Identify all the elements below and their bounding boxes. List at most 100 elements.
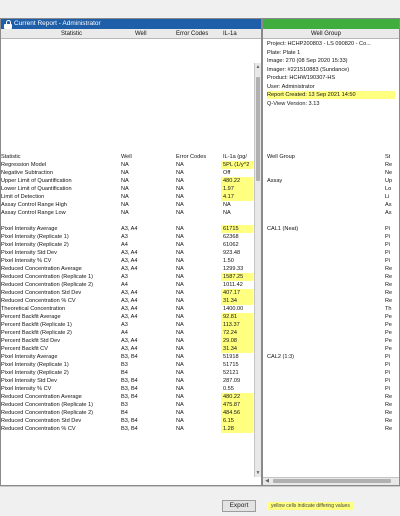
- table-row: Reduced Concentration Average B3, B4 NA 480…: [1, 393, 261, 401]
- cell-analyte-value: Off: [223, 170, 231, 176]
- info-text: Report Created: 13 Sep 2021 14:50: [267, 91, 395, 99]
- table-row: Percent Backfit (Replicate 1) A3 NA 113.37: [1, 321, 261, 329]
- cell-statistic: Pixel Intensity Std Dev: [1, 378, 57, 384]
- cell-error-codes: NA: [176, 410, 184, 416]
- table-row: Pe: [263, 345, 399, 353]
- table-row: Pixel Intensity (Replicate 2) A4 NA 61062: [1, 241, 261, 249]
- cell-well: A3, A4: [121, 250, 138, 256]
- cell-statistic: Percent Backfit Average: [1, 314, 61, 320]
- table-row: Re: [263, 393, 399, 401]
- cell-error-codes: NA: [176, 186, 184, 192]
- cell-statistic: Assay Control Range Low: [1, 210, 66, 216]
- table-row: Percent Backfit Std Dev A3, A4 NA 29.08: [1, 337, 261, 345]
- cell-st: Pi: [385, 362, 390, 368]
- cell-well: B3, B4: [121, 386, 138, 392]
- cell-error-codes: NA: [176, 338, 184, 344]
- table-row: Re: [263, 265, 399, 273]
- cell-analyte-value: 61715: [221, 225, 253, 233]
- cell-statistic: Pixel Intensity (Replicate 2): [1, 370, 69, 376]
- left-title-bar: Current Report - Administrator: [1, 19, 261, 29]
- cell-st: Up: [385, 178, 393, 184]
- cell-st: Lo: [385, 186, 392, 192]
- cell-analyte-value: 1.50: [223, 258, 234, 264]
- cell-st: Ne: [385, 170, 393, 176]
- cell-well: A3, A4: [121, 338, 138, 344]
- cell-st: Pe: [385, 322, 392, 328]
- table-row: Re: [263, 297, 399, 305]
- cell-st: Pi: [385, 386, 390, 392]
- cell-analyte-value: 484.56: [221, 409, 253, 417]
- cell-well: NA: [121, 210, 129, 216]
- cell-analyte-value: 6.15: [221, 417, 253, 425]
- cell-well: NA: [121, 202, 129, 208]
- cell-analyte-value: 1587.25: [221, 273, 253, 281]
- cell-statistic: Reduced Concentration Average: [1, 394, 82, 400]
- cell-analyte-value: 1.97: [221, 185, 253, 193]
- table-row: Pixel Intensity % CV A3, A4 NA 1.50: [1, 257, 261, 265]
- cell-well: A3: [121, 234, 128, 240]
- right-horizontal-scrollbar[interactable]: ◀: [263, 477, 399, 485]
- cell-st: Pi: [385, 250, 390, 256]
- table-row: CAL1 (Neat) Pi: [263, 225, 399, 233]
- cell-error-codes: NA: [176, 354, 184, 360]
- cell-analyte-value: 113.37: [221, 321, 253, 329]
- cell-error-codes: NA: [176, 370, 184, 376]
- cell-error-codes: NA: [176, 418, 184, 424]
- col-header-analyte[interactable]: IL-1a: [223, 29, 237, 39]
- export-button[interactable]: Export: [222, 500, 256, 512]
- info-line: Image: 270 (08 Sep 2020 15:33): [263, 57, 399, 65]
- cell-well: A3, A4: [121, 266, 138, 272]
- cell-statistic: Pixel Intensity Std Dev: [1, 250, 57, 256]
- table-row: Reduced Concentration (Replicate 1) B3 NA 4…: [1, 401, 261, 409]
- cell-analyte-value: 4.17: [221, 193, 253, 201]
- scroll-left-icon[interactable]: ◀: [263, 478, 271, 485]
- cell-statistic: Pixel Intensity Average: [1, 226, 58, 232]
- right-report-panel: Well Group Project: HCHP200803 - LS 0908…: [262, 18, 400, 486]
- right-table-header-row: Well Group St: [263, 153, 399, 161]
- table-row: Re: [263, 289, 399, 297]
- table-row: Lo: [263, 185, 399, 193]
- scroll-up-icon[interactable]: ▲: [255, 63, 261, 71]
- cell-well: A3, A4: [121, 258, 138, 264]
- cell-analyte-value: 923.48: [223, 250, 241, 256]
- cell-error-codes: NA: [176, 226, 184, 232]
- cell-error-codes: NA: [176, 362, 184, 368]
- cell-st: Re: [385, 162, 393, 168]
- lock-icon: [4, 20, 12, 29]
- cell-statistic: Reduced Concentration (Replicate 2): [1, 282, 94, 288]
- cell-error-codes: NA: [176, 258, 184, 264]
- top-column-header[interactable]: Statistic Well Error Codes IL-1a: [1, 29, 261, 39]
- info-text: Imager: #221510883 (Sundance): [267, 66, 350, 73]
- cell-error-codes: NA: [176, 306, 184, 312]
- cell-st: Re: [385, 274, 393, 280]
- table-row: Theoretical Concentration A3, A4 NA 1400.00: [1, 305, 261, 313]
- col-header-error-codes[interactable]: Error Codes: [176, 29, 208, 39]
- cell-analyte-value: 475.87: [221, 401, 253, 409]
- cell-well: B4: [121, 370, 128, 376]
- table-row: Reduced Concentration Std Dev B3, B4 NA 6.1…: [1, 417, 261, 425]
- table-row: Reduced Concentration Average A3, A4 NA 129…: [1, 265, 261, 273]
- cell-st: Pi: [385, 226, 390, 232]
- scroll-thumb[interactable]: [256, 77, 260, 181]
- col-header-statistic[interactable]: Statistic: [61, 29, 82, 39]
- table-row: Percent Backfit Average A3, A4 NA 92.81: [1, 313, 261, 321]
- left-vertical-scrollbar[interactable]: ▲ ▼: [254, 63, 261, 477]
- table-row: Limit of Detection NA NA 4.17: [1, 193, 261, 201]
- cell-st: Pe: [385, 330, 392, 336]
- h-scroll-thumb[interactable]: [273, 479, 391, 483]
- highlight-legend-note: yellow cells indicate differing values: [268, 502, 353, 510]
- right-top-column-header[interactable]: Well Group: [263, 29, 399, 39]
- col-header-well[interactable]: Well: [135, 29, 147, 39]
- table-row: Re: [263, 409, 399, 417]
- header-error-codes: Error Codes: [176, 154, 207, 160]
- cell-error-codes: NA: [176, 322, 184, 328]
- cell-error-codes: NA: [176, 202, 184, 208]
- cell-well: A3, A4: [121, 226, 138, 232]
- scroll-down-icon[interactable]: ▼: [255, 469, 261, 477]
- cell-error-codes: NA: [176, 394, 184, 400]
- cell-well: NA: [121, 178, 129, 184]
- cell-analyte-value: 92.81: [221, 313, 253, 321]
- col-header-well-group[interactable]: Well Group: [311, 29, 341, 39]
- table-row: Reduced Concentration (Replicate 1) A3 NA 1…: [1, 273, 261, 281]
- table-row: Pi: [263, 233, 399, 241]
